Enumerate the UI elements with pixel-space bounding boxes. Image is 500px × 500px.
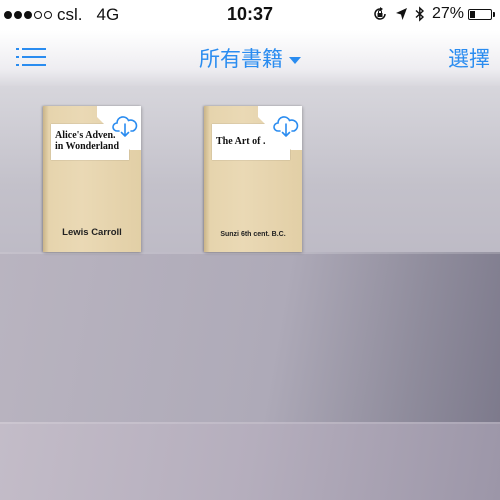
select-button[interactable]: 選擇: [448, 43, 490, 73]
cloud-download-icon[interactable]: [112, 114, 138, 138]
battery-fill: [470, 10, 475, 18]
collection-selector[interactable]: 所有書籍: [0, 43, 500, 73]
status-right: 27%: [372, 5, 495, 23]
book-author: Sunzi 6th cent. B.C.: [220, 231, 286, 238]
shelf-row-2: [0, 252, 500, 422]
battery-percent: 27%: [431, 5, 464, 22]
status-bar: csl. 4G 10:37 27%: [0, 0, 500, 30]
book-the-art-of-war[interactable]: The Art of . Sunzi 6th cent. B.C.: [204, 106, 302, 252]
battery-icon: [468, 8, 495, 20]
navigation-bar: 所有書籍 選擇: [0, 30, 500, 86]
book-author: Lewis Carroll: [62, 227, 122, 238]
location-arrow-icon: [395, 8, 407, 20]
shelf-edge: [0, 422, 500, 424]
bluetooth-icon: [415, 6, 424, 22]
orientation-lock-icon: [374, 7, 386, 20]
shelf-row-3: [0, 422, 500, 500]
shelf-edge: [0, 252, 500, 254]
nav-title-label: 所有書籍: [199, 48, 283, 71]
caret-down-icon: [289, 56, 301, 64]
cloud-download-icon[interactable]: [273, 114, 299, 138]
book-alices-adventures[interactable]: Alice's Adven. in Wonderland Lewis Carro…: [43, 106, 141, 252]
